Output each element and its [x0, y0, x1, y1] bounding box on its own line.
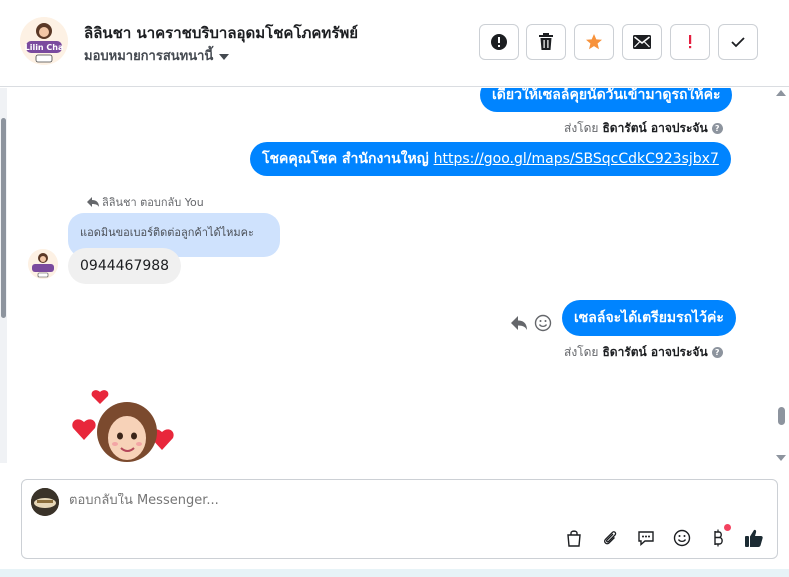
alert-circle-icon [491, 34, 507, 50]
outgoing-message: โชคคุณโชค สำนักงานใหญ่ https://goo.gl/ma… [250, 142, 731, 176]
outgoing-message: เดี๋ยวให้เซลล์คุยนัดวันเข้ามาดูรถให้ค่ะ [480, 88, 733, 112]
heart-icon [72, 419, 96, 440]
sent-by-prefix: ส่งโดย [564, 121, 599, 135]
love-sticker[interactable] [70, 388, 180, 466]
conversation-header: Lilin Cha ลิลินชา นาคราชบริบาลอุดมโชคโภค… [0, 0, 789, 87]
outgoing-message: เซลล์จะได้เตรียมรถไว้ค่ะ [562, 300, 736, 336]
smiley-icon [673, 529, 691, 547]
scroll-down-arrow-icon[interactable] [776, 455, 786, 461]
mark-unread-button[interactable] [622, 24, 662, 60]
page-avatar [31, 488, 59, 516]
left-scrollbar[interactable] [0, 88, 7, 463]
map-link[interactable]: https://goo.gl/maps/SBSqcCdkC923sjbx7 [434, 151, 719, 167]
sent-by-line: ส่งโดย ธิดารัตน์ อาจประจัน ? [564, 119, 723, 138]
composer-toolbar [563, 524, 765, 549]
react-smiley-icon[interactable] [534, 314, 552, 332]
reply-icon[interactable] [510, 315, 528, 331]
info-button[interactable] [479, 24, 519, 60]
help-icon[interactable]: ? [711, 347, 723, 358]
check-icon [731, 37, 745, 48]
sender-name: ธิดารัตน์ อาจประจัน [602, 121, 708, 135]
heart-icon [91, 390, 109, 404]
paperclip-icon [604, 531, 617, 545]
message-actions [510, 314, 552, 332]
avatar-logo-text: Lilin Cha [25, 43, 64, 52]
star-icon [586, 34, 602, 50]
emoji-button[interactable] [671, 527, 693, 549]
contact-avatar-small [28, 249, 58, 279]
payment-button[interactable] [707, 524, 731, 549]
thumbs-up-icon [745, 529, 763, 547]
chat-bubble-icon [638, 531, 654, 547]
bottom-strip [0, 569, 789, 577]
notification-dot [724, 524, 731, 531]
delete-button[interactable] [526, 24, 566, 60]
quick-replies-button[interactable] [635, 527, 657, 549]
incoming-message: 0944467988 [68, 248, 182, 284]
star-button[interactable] [574, 24, 614, 60]
message-composer [21, 479, 778, 559]
caret-down-icon [219, 53, 230, 60]
contact-name[interactable]: ลิลินชา นาคราชบริบาลอุดมโชคโภคทรัพย์ [84, 21, 358, 45]
scrollbar-thumb[interactable] [778, 407, 785, 425]
trash-icon [539, 33, 553, 50]
assign-label: มอบหมายการสนทนานี้ [84, 49, 214, 64]
contact-avatar[interactable]: Lilin Cha [20, 17, 68, 65]
exclamation-icon [689, 35, 692, 49]
sent-by-line: ส่งโดย ธิดารัตน์ อาจประจัน ? [564, 343, 723, 362]
baht-icon [714, 529, 723, 547]
help-icon[interactable]: ? [711, 123, 723, 134]
reply-arrow-icon [87, 197, 99, 207]
message-clip: เดี๋ยวให้เซลล์คุยนัดวันเข้ามาดูรถให้ค่ะ [0, 88, 789, 118]
messenger-conversation-panel: Lilin Cha ลิลินชา นาคราชบริบาลอุดมโชคโภค… [0, 0, 789, 577]
left-scrollbar-thumb[interactable] [1, 118, 6, 318]
reply-input[interactable] [69, 493, 719, 508]
message-text: โชคคุณโชค สำนักงานใหญ่ [262, 151, 429, 167]
mail-icon [633, 35, 651, 49]
reply-header-text: ลิลินชา ตอบกลับ You [102, 196, 204, 209]
assign-conversation-dropdown[interactable]: มอบหมายการสนทนานี้ [84, 45, 230, 66]
reply-header: ลิลินชา ตอบกลับ You [86, 193, 204, 211]
sent-by-prefix: ส่งโดย [564, 345, 599, 359]
shopping-bag-icon [567, 530, 581, 547]
like-button[interactable] [743, 527, 765, 549]
saved-replies-button[interactable] [563, 527, 585, 549]
spam-button[interactable] [670, 24, 710, 60]
sender-name: ธิดารัตน์ อาจประจัน [602, 345, 708, 359]
attach-button[interactable] [599, 527, 621, 549]
mark-done-button[interactable] [718, 24, 758, 60]
